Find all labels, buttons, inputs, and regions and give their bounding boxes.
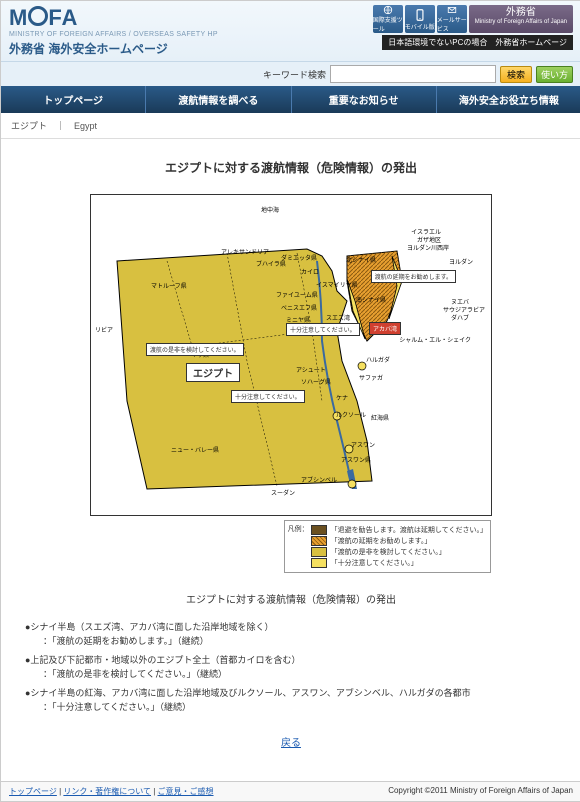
nav-important[interactable]: 重要なお知らせ [292, 86, 437, 113]
label-sharm: シャルム・エル・シェイク [399, 335, 471, 344]
non-jp-pc-link[interactable]: 日本語環境でないPCの場合 [388, 37, 487, 48]
label-alex: アレキサンドリア [221, 247, 269, 256]
label-newvalley: ニュー・バレー県 [171, 445, 219, 454]
label-ismailia: イスマイリヤ県 [316, 280, 358, 289]
search-label: キーワード検索 [263, 68, 326, 81]
label-benisuef: ベニスエフ県 [281, 303, 317, 312]
nav-top[interactable]: トップページ [1, 86, 146, 113]
label-dahab: ダハブ [451, 313, 469, 322]
label-saudi: サウジアラビア [443, 305, 485, 314]
label-southsinai: 南シナイ県 [356, 295, 386, 304]
bullet-1: ●シナイ半島（スエズ湾、アカバ湾に面した沿岸地域を除く） ：「渡航の延期をお勧め… [25, 620, 557, 649]
label-qena: ケナ [336, 393, 348, 402]
label-safaga: サファガ [359, 373, 383, 382]
footer-copyright-link[interactable]: リンク・著作権について [63, 787, 151, 796]
advisory-bullets: ●シナイ半島（スエズ湾、アカバ湾に面した沿岸地域を除く） ：「渡航の延期をお勧め… [17, 620, 565, 714]
map-note-mid2: 十分注意してください。 [286, 323, 360, 336]
swatch-evac [311, 525, 327, 535]
footer-top-link[interactable]: トップページ [9, 787, 57, 796]
mobile-icon[interactable]: モバイル版 [405, 5, 435, 33]
label-redsea: 紅海県 [371, 413, 389, 422]
label-sohag: ソハーグ県 [301, 377, 331, 386]
label-westbank: ヨルダン川西岸 [407, 243, 449, 252]
swatch-caution [311, 558, 327, 568]
mail-icon[interactable]: メールサービス [437, 5, 467, 33]
logo-text: MFA [9, 5, 218, 31]
header: MFA MINISTRY OF FOREIGN AFFAIRS / OVERSE… [1, 1, 580, 62]
search-bar: キーワード検索 検索 使い方 [1, 62, 580, 86]
label-aqaba: アカバ湾 [369, 322, 401, 335]
nav-useful[interactable]: 海外安全お役立ち情報 [437, 86, 580, 113]
breadcrumb: エジプト ｜ Egypt [1, 113, 580, 139]
swatch-postpone [311, 536, 327, 546]
site-title: 外務省 海外安全ホームページ [9, 40, 218, 57]
label-cairo: カイロ [301, 267, 319, 276]
label-abusimbel: アブシンベル [301, 475, 337, 484]
logo-area: MFA MINISTRY OF FOREIGN AFFAIRS / OVERSE… [9, 5, 218, 57]
label-aswan: アスワン [351, 440, 375, 449]
country-label: エジプト [186, 363, 240, 382]
copyright-text: Copyright ©2011 Ministry of Foreign Affa… [388, 786, 573, 797]
search-button[interactable]: 検索 [500, 66, 532, 83]
label-aswanprov: アスワン県 [341, 455, 371, 464]
map-note-mid: 渡航の是非を検討してください。 [146, 343, 244, 356]
bullet-2: ●上記及び下記都市・地域以外のエジプト全土（首都カイロを含む） ：「渡航の是非を… [25, 653, 557, 682]
egypt-map: 地中海 イスラエル ガザ地区 ヨルダン川西岸 ヨルダン アレキサンドリア 北シナ… [90, 194, 492, 516]
nav-travel-info[interactable]: 渡航情報を調べる [146, 86, 291, 113]
swatch-consider [311, 547, 327, 557]
label-damietta: ダミエッタ県 [281, 253, 317, 262]
subtitle: エジプトに対する渡航情報（危険情報）の発出 [17, 591, 565, 606]
label-northsinai: 北シナイ県 [346, 255, 376, 264]
label-fayum: ファイユーム県 [276, 290, 318, 299]
label-luxor: ルクソール [336, 410, 366, 419]
label-jordan: ヨルダン [449, 257, 473, 266]
map-note-top: 渡航の延期をお勧めします。 [371, 270, 456, 283]
bullet-3: ●シナイ半島の紅海、アカバ湾に面した沿岸地域及びルクソール、アスワン、アブシンベ… [25, 686, 557, 715]
mofa-hp-link[interactable]: 外務省ホームページ [495, 37, 567, 48]
label-suez: スエズ湾 [326, 313, 350, 322]
back-link[interactable]: 戻る [281, 738, 301, 749]
globe-icon[interactable]: 国際支援ツール [373, 5, 403, 33]
map-note-bot: 十分注意してください。 [231, 390, 305, 403]
label-asyut: アシュート [296, 365, 326, 374]
legend: 凡例： 「退避を勧告します。渡航は延期してください。」 「渡航の延期をお勧めしま… [91, 520, 491, 573]
footer: トップページ | リンク・著作権について | ご意見・ご感想 Copyright… [1, 781, 580, 801]
footer-feedback-link[interactable]: ご意見・ご感想 [158, 787, 214, 796]
label-matruh: マトルーフ県 [151, 281, 187, 290]
label-medsea: 地中海 [261, 205, 279, 214]
label-libya: リビア [95, 325, 113, 334]
help-button[interactable]: 使い方 [536, 66, 573, 83]
search-input[interactable] [330, 65, 496, 83]
main-nav: トップページ 渡航情報を調べる 重要なお知らせ 海外安全お役立ち情報 [1, 86, 580, 113]
mofa-link[interactable]: 外務省Ministry of Foreign Affairs of Japan [469, 5, 573, 33]
black-bar: 日本語環境でないPCの場合 外務省ホームページ [382, 35, 573, 50]
logo-subtitle: MINISTRY OF FOREIGN AFFAIRS / OVERSEAS S… [9, 31, 218, 38]
label-hurghada: ハルガダ [366, 355, 390, 364]
label-sudan: スーダン [271, 488, 295, 497]
page-title: エジプトに対する渡航情報（危険情報）の発出 [17, 159, 565, 176]
